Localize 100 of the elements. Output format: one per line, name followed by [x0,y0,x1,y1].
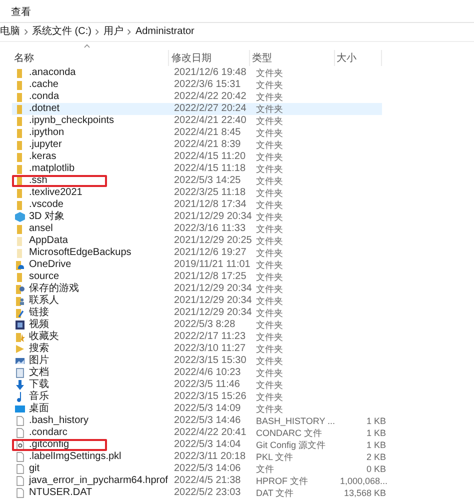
file-name: 音乐 [29,391,49,402]
file-name: 链接 [29,307,49,318]
file-type: BASH_HISTORY ... [255,415,336,427]
download-icon [15,380,25,390]
file-type: 文件夹 [255,199,284,211]
file-type: 文件夹 [255,379,284,391]
file-name: NTUSER.DAT [29,487,92,499]
menu-item[interactable]: 查看 [11,7,31,19]
file-row[interactable]: .ipython 2022/4/21 8:45 文件夹 [12,127,382,139]
modified-date: 2021/12/29 20:34 [173,211,253,223]
file-row[interactable]: 视频 2022/5/3 8:28 文件夹 [12,319,382,331]
file-row[interactable]: 音乐 2022/3/15 15:26 文件夹 [12,391,382,403]
breadcrumb-item[interactable]: Administrator [135,26,194,38]
modified-date: 2022/5/3 14:25 [173,175,242,187]
file-type: 文件夹 [255,403,284,415]
contacts-icon [15,296,25,306]
file-name: 搜索 [29,343,49,354]
column-header[interactable]: 类型 [250,50,335,66]
modified-date: 2022/4/15 11:20 [173,151,247,163]
file-row[interactable]: ansel 2022/3/16 11:33 文件夹 [12,223,382,235]
file-row[interactable]: .cache 2022/3/6 15:31 文件夹 [12,79,382,91]
file-name: .cache [29,79,58,91]
modified-date: 2022/4/21 22:40 [173,115,248,127]
modified-date: 2022/3/15 15:30 [173,355,248,367]
desktop-icon [15,404,25,414]
modified-date: 2022/4/21 8:45 [173,127,242,139]
file-name: 图片 [29,355,49,366]
file-row[interactable]: source 2021/12/8 17:25 文件夹 [12,271,382,283]
file-name: 收藏夹 [29,331,59,342]
breadcrumb-item[interactable]: 电脑 [0,26,20,38]
file-name: 文档 [29,367,49,378]
file-size: 1,000,068... [340,475,386,487]
modified-date: 2022/5/3 14:09 [173,403,242,415]
file-name: MicrosoftEdgeBackups [29,247,132,259]
file-row[interactable]: 联系人 2021/12/29 20:34 文件夹 [12,295,382,307]
file-row[interactable]: 收藏夹 2022/2/17 11:23 文件夹 [12,331,382,343]
file-type: 文件夹 [255,91,284,103]
file-name: git [29,463,40,475]
modified-date: 2022/4/22 20:41 [173,427,248,439]
column-header[interactable]: 修改日期 [169,50,250,66]
link-folder-icon [15,308,25,318]
file-type: 文件夹 [255,67,284,79]
file-row[interactable]: 图片 2022/3/15 15:30 文件夹 [12,355,382,367]
file-row[interactable]: MicrosoftEdgeBackups 2021/12/6 19:27 文件夹 [12,247,382,259]
file-type: 文件 [255,463,275,475]
column-header[interactable]: 大小 [334,50,382,66]
file-row[interactable]: 文档 2022/4/6 10:23 文件夹 [12,367,382,379]
file-row[interactable]: OneDrive 2019/11/21 11:01 文件夹 [12,259,382,271]
file-row[interactable]: 保存的游戏 2021/12/29 20:34 文件夹 [12,283,382,295]
file-row[interactable]: .jupyter 2022/4/21 8:39 文件夹 [12,139,382,151]
file-name: java_error_in_pycharm64.hprof [29,475,168,487]
column-header[interactable]: 名称 [12,50,170,66]
file-type: Git Config 源文件 [255,439,327,451]
file-row[interactable]: .texlive2021 2022/3/25 11:18 文件夹 [12,187,382,199]
file-type: 文件夹 [255,187,284,199]
breadcrumb-item[interactable]: 系统文件 (C:) [32,26,92,38]
file-type: 文件夹 [255,343,284,355]
modified-date: 2021/12/29 20:34 [173,283,253,295]
file-type: 文件夹 [255,235,284,247]
file-size: 13,568 KB [342,487,386,499]
file-name: source [29,271,60,283]
file-row[interactable]: .anaconda 2021/12/6 19:48 文件夹 [12,67,382,79]
file-type: 文件夹 [255,259,284,271]
file-name: 联系人 [29,295,59,306]
modified-date: 2019/11/21 11:01 [173,259,252,271]
file-type: DAT 文件 [255,487,295,499]
file-row[interactable]: 链接 2021/12/29 20:34 文件夹 [12,307,382,319]
file-type: HPROF 文件 [255,475,310,487]
file-row[interactable]: .conda 2022/4/22 20:42 文件夹 [12,91,382,103]
file-type: 文件夹 [255,367,284,379]
file-size: 2 KB [365,451,386,463]
modified-date: 2022/5/3 14:46 [173,415,242,427]
file-row[interactable]: 搜索 2022/3/10 11:27 文件夹 [12,343,382,355]
file-row[interactable]: .ssh 2022/5/3 14:25 文件夹 [12,175,382,187]
file-size: 1 KB [365,439,386,451]
file-row[interactable]: .matplotlib 2022/4/15 11:18 文件夹 [12,163,382,175]
file-type: 文件夹 [255,127,284,139]
file-row[interactable]: .dotnet 2022/2/27 20:24 文件夹 [12,103,382,115]
file-type: 文件夹 [255,175,284,187]
modified-date: 2021/12/29 20:34 [173,295,253,307]
file-name: 桌面 [29,403,49,415]
file-row[interactable]: 3D 对象 2021/12/29 20:34 文件夹 [12,211,382,223]
file-name: .dotnet [29,103,60,115]
breadcrumb-item[interactable]: 用户 [103,26,124,38]
file-name: AppData [29,235,68,247]
modified-date: 2022/2/27 20:24 [173,103,248,115]
modified-date: 2022/4/15 11:18 [173,163,247,175]
file-name: 3D 对象 [29,211,65,223]
file-row[interactable]: 桌面 2022/5/3 14:09 文件夹 [12,403,382,415]
file-row[interactable]: AppData 2021/12/29 20:25 文件夹 [12,235,382,247]
file-row[interactable]: 下载 2022/3/5 11:46 文件夹 [12,379,382,391]
modified-date: 2022/3/11 20:18 [173,451,247,463]
file-row[interactable]: .keras 2022/4/15 11:20 文件夹 [12,151,382,163]
file-row[interactable]: .ipynb_checkpoints 2022/4/21 22:40 文件夹 [12,115,382,127]
modified-date: 2022/3/5 11:46 [173,379,241,391]
file-row[interactable]: .vscode 2021/12/8 17:34 文件夹 [12,199,382,211]
file-type: 文件夹 [255,247,284,259]
modified-date: 2021/12/6 19:48 [173,67,248,79]
file-type: CONDARC 文件 [255,427,324,439]
file-name: OneDrive [29,259,72,271]
